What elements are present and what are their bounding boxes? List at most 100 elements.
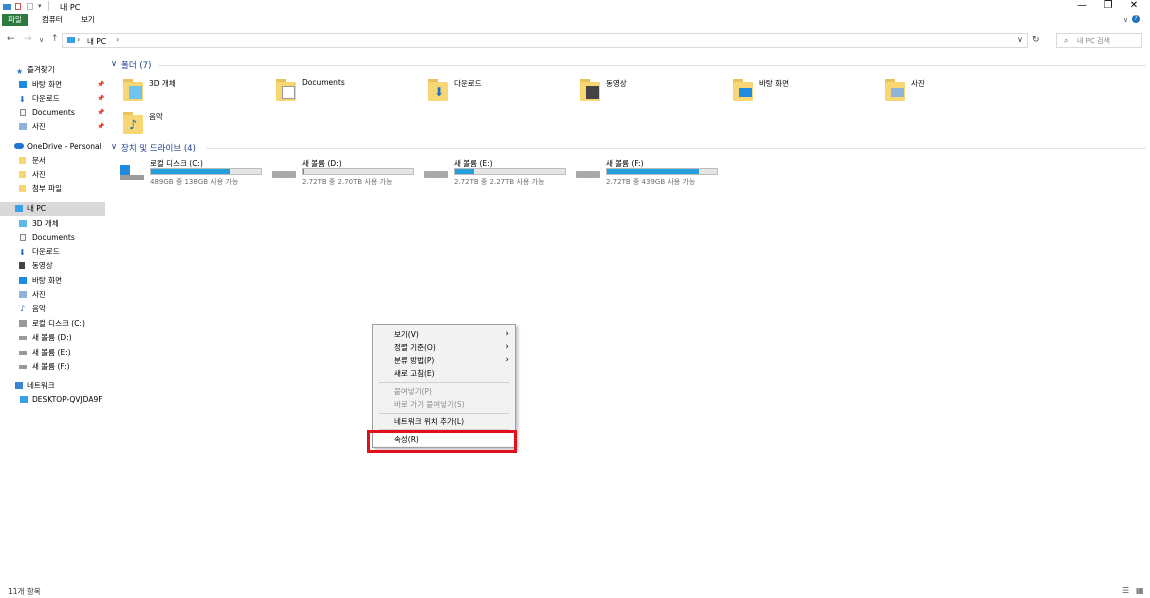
expand-ribbon-icon[interactable]: ∨ (1118, 14, 1133, 26)
drive-e[interactable]: 새 볼륨 (E:) 2.72TB 중 2.27TB 사용 가능 (424, 158, 574, 186)
help-icon[interactable]: ? (1132, 15, 1140, 23)
menu-label: 네트워크 위치 추가(L) (394, 417, 464, 426)
pin-icon[interactable]: 📌 (97, 120, 104, 134)
breadcrumb-separator-icon[interactable]: › (77, 35, 80, 44)
menu-item-sort-by[interactable]: 정렬 기준(O) › (373, 341, 515, 354)
this-pc-icon (67, 37, 75, 43)
folder-documents[interactable]: Documents (276, 77, 416, 107)
sidebar-network[interactable]: 네트워크 (0, 379, 105, 393)
document-icon (20, 109, 26, 116)
sidebar-label: 바탕 화면 (32, 80, 62, 89)
folder-icon (19, 157, 26, 164)
sidebar-label: 사진 (32, 170, 46, 179)
menu-item-refresh[interactable]: 새로 고침(E) (373, 367, 515, 380)
sidebar-item-3d-objects[interactable]: 3D 개체 (0, 217, 105, 231)
refresh-icon[interactable]: ↻ (1032, 35, 1040, 45)
tab-computer[interactable]: 컴퓨터 (37, 14, 68, 26)
sidebar-item-videos[interactable]: 동영상 (0, 259, 105, 273)
back-arrow-icon[interactable]: ← (7, 34, 15, 44)
music-folder-icon: ♪ (123, 110, 145, 135)
customize-quick-access-icon[interactable]: ▾ (38, 2, 46, 11)
pictures-icon (19, 123, 27, 130)
menu-item-paste[interactable]: 붙여넣기(P) (373, 385, 515, 398)
large-icons-view-icon[interactable]: ▦ (1136, 586, 1146, 595)
folder-pictures[interactable]: 사진 (885, 77, 1025, 107)
folders-collapse-icon[interactable]: ∨ (111, 59, 117, 69)
drives-collapse-icon[interactable]: ∨ (111, 142, 117, 152)
sidebar-label: DESKTOP-QVJDA9F (32, 395, 103, 404)
sidebar-item-downloads[interactable]: ⬇ 다운로드 📌 (0, 92, 105, 106)
properties-quick-icon[interactable] (14, 2, 22, 11)
sidebar-label: 새 볼륨 (D:) (32, 333, 72, 342)
drive-usage-bar (606, 168, 718, 175)
sidebar-item-desktop[interactable]: 바탕 화면 📌 (0, 78, 105, 92)
sidebar-item-desktop-computer[interactable]: DESKTOP-QVJDA9F (0, 393, 105, 407)
drive-usage-fill (151, 169, 231, 174)
menu-separator (379, 413, 509, 414)
folder-desktop[interactable]: 바탕 화면 (733, 77, 873, 107)
sidebar-item-pictures[interactable]: 사진 📌 (0, 120, 105, 134)
menu-item-paste-shortcut[interactable]: 바로 가기 붙여넣기(S) (373, 398, 515, 411)
menu-item-view[interactable]: 보기(V) › (373, 328, 515, 341)
details-view-icon[interactable]: ☰ (1122, 586, 1132, 595)
sidebar-item-onedrive-pictures[interactable]: 사진 (0, 168, 105, 182)
sidebar-label: 바탕 화면 (32, 276, 62, 285)
drives-section-title[interactable]: 장치 및 드라이브 (4) (121, 142, 196, 154)
sidebar-item-drive-f[interactable]: 새 볼륨 (F:) (0, 360, 105, 374)
drive-size-text: 2.72TB 중 2.70TB 사용 가능 (302, 178, 393, 186)
drive-d[interactable]: 새 볼륨 (D:) 2.72TB 중 2.70TB 사용 가능 (272, 158, 422, 186)
sidebar-item-pictures-pc[interactable]: 사진 (0, 288, 105, 302)
window-title: 내 PC (60, 3, 81, 12)
drive-c[interactable]: 로컬 디스크 (C:) 489GB 중 138GB 사용 가능 (120, 158, 270, 186)
search-box[interactable]: ⌕ 내 PC 검색 (1056, 33, 1142, 48)
sidebar-item-drive-e[interactable]: 새 볼륨 (E:) (0, 346, 105, 360)
navigation-pane: ★ 즐겨찾기 바탕 화면 📌 ⬇ 다운로드 📌 Documents 📌 사진 📌… (0, 58, 106, 578)
address-bar[interactable]: › 내 PC › ∨ (62, 33, 1028, 48)
folder-3d-objects[interactable]: 3D 개체 (123, 77, 263, 107)
folder-app-icon (3, 2, 11, 11)
sidebar-item-attachments[interactable]: 첨부 파일 (0, 182, 105, 196)
menu-item-add-network-location[interactable]: 네트워크 위치 추가(L) (373, 415, 515, 428)
minimize-button[interactable]: — (1070, 0, 1094, 13)
tab-file[interactable]: 파일 (2, 14, 28, 26)
breadcrumb-separator-icon[interactable]: › (116, 35, 119, 44)
sidebar-item-music[interactable]: ♪ 음악 (0, 302, 105, 316)
sidebar-quick-access[interactable]: ★ 즐겨찾기 (0, 63, 105, 77)
sidebar-item-documents-pc[interactable]: Documents (0, 231, 105, 245)
tab-view[interactable]: 보기 (76, 14, 100, 26)
sidebar-item-desktop-pc[interactable]: 바탕 화면 (0, 274, 105, 288)
address-dropdown-icon[interactable]: ∨ (1017, 35, 1023, 44)
ribbon-tabs: 파일 컴퓨터 보기 ∨ ? (0, 13, 1150, 27)
desktop-folder-icon (733, 77, 755, 102)
maximize-button[interactable]: ❐ (1096, 0, 1120, 13)
folder-videos[interactable]: 동영상 (580, 77, 720, 107)
breadcrumb-this-pc[interactable]: 내 PC (87, 36, 106, 47)
sidebar-label: 즐겨찾기 (27, 65, 55, 74)
pin-icon[interactable]: 📌 (97, 92, 104, 106)
new-folder-quick-icon[interactable] (26, 2, 34, 11)
sidebar-item-documents[interactable]: Documents 📌 (0, 106, 105, 120)
forward-arrow-icon[interactable]: → (24, 34, 32, 44)
sidebar-item-drive-d[interactable]: 새 볼륨 (D:) (0, 331, 105, 345)
sidebar-label: Documents (32, 233, 75, 242)
pin-icon[interactable]: 📌 (97, 106, 104, 120)
sidebar-onedrive[interactable]: OneDrive - Personal (0, 140, 105, 154)
recent-locations-icon[interactable]: ∨ (39, 36, 44, 44)
folders-section-title[interactable]: 폴더 (7) (121, 59, 151, 71)
sidebar-item-downloads-pc[interactable]: ⬇ 다운로드 (0, 245, 105, 259)
folder-downloads[interactable]: ⬇ 다운로드 (428, 77, 568, 107)
sidebar-item-onedrive-docs[interactable]: 문서 (0, 154, 105, 168)
folder-music[interactable]: ♪ 음악 (123, 110, 263, 140)
sidebar-label: 첨부 파일 (32, 184, 62, 193)
close-button[interactable]: ✕ (1122, 0, 1146, 13)
sidebar-item-drive-c[interactable]: 로컬 디스크 (C:) (0, 317, 105, 331)
sidebar-label: Documents (32, 108, 75, 117)
sidebar-label: 다운로드 (32, 247, 60, 256)
sidebar-this-pc[interactable]: 내 PC (0, 202, 105, 216)
status-bar: 11개 항목 ☰ ▦ (0, 583, 1150, 598)
pin-icon[interactable]: 📌 (97, 78, 104, 92)
menu-item-group-by[interactable]: 분류 방법(P) › (373, 354, 515, 367)
sidebar-label: 새 볼륨 (E:) (32, 348, 71, 357)
up-arrow-icon[interactable]: ↑ (51, 34, 59, 44)
drive-f[interactable]: 새 볼륨 (F:) 2.72TB 중 439GB 사용 가능 (576, 158, 726, 186)
